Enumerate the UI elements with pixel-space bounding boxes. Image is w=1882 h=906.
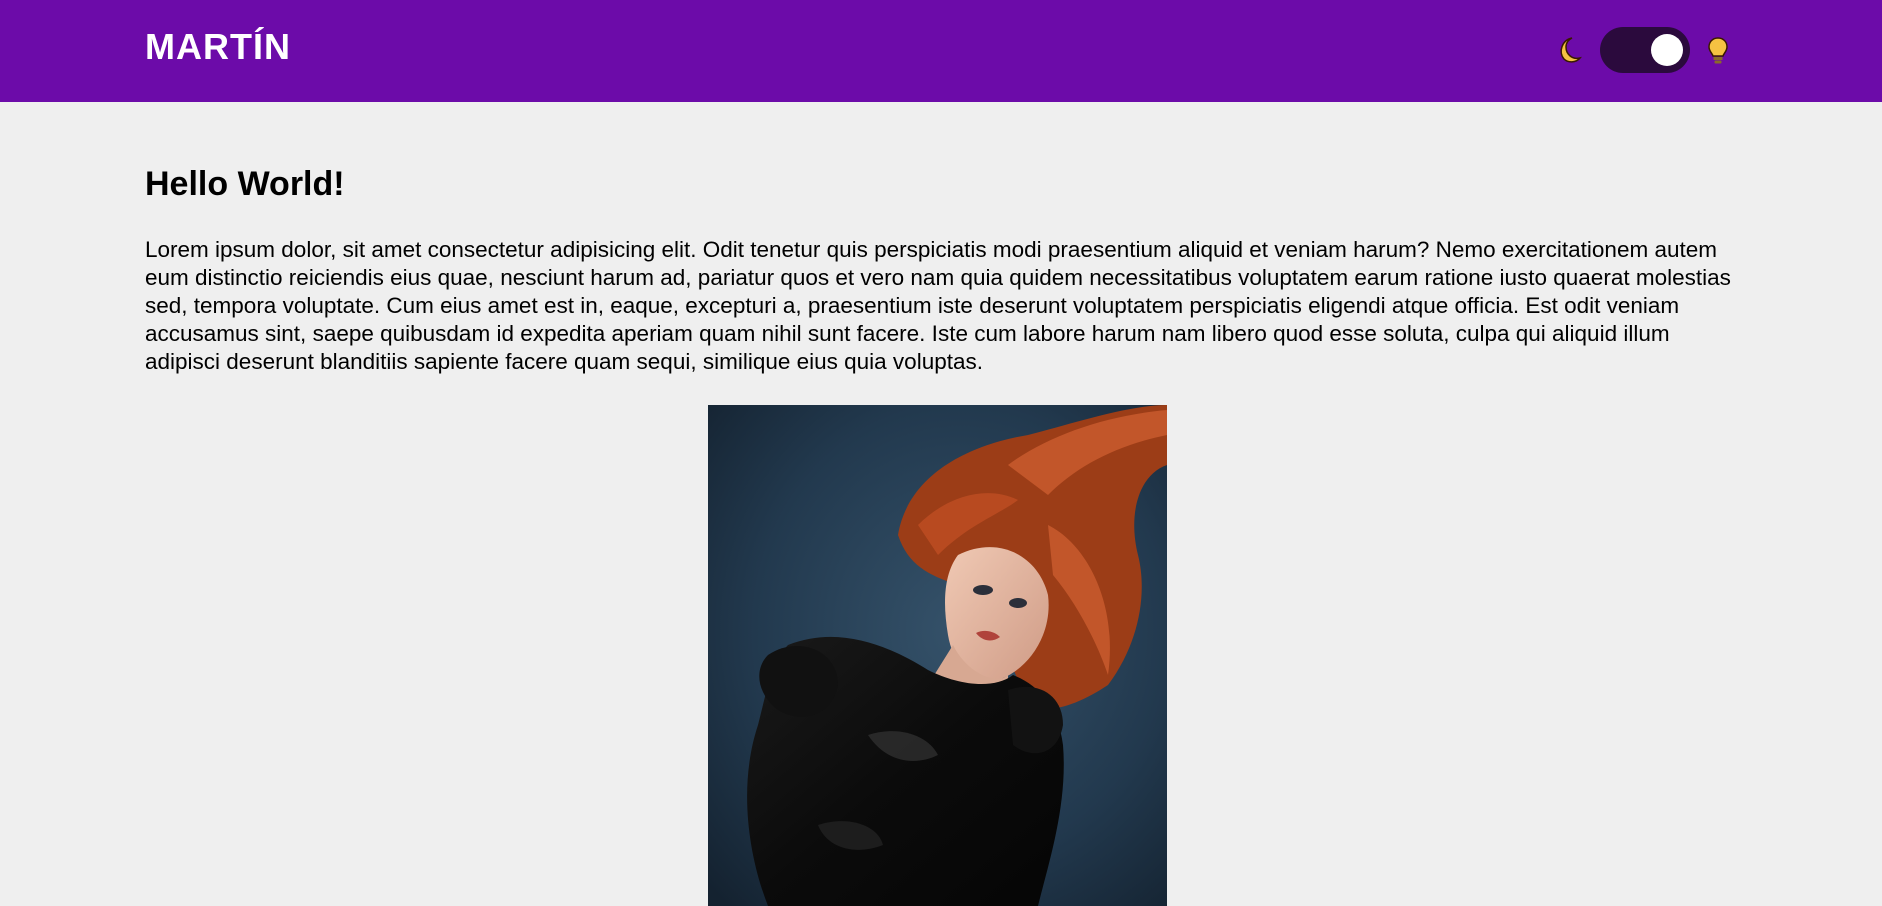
page-title: Hello World! <box>145 165 345 203</box>
moon-icon <box>1560 37 1582 63</box>
site-logo[interactable]: MARTÍN <box>145 24 291 70</box>
main-content: Hello World! Lorem ipsum dolor, sit amet… <box>145 102 1737 376</box>
featured-photo <box>708 405 1167 906</box>
theme-switcher <box>1552 27 1732 73</box>
lightbulb-icon <box>1708 37 1728 64</box>
intro-paragraph: Lorem ipsum dolor, sit amet consectetur … <box>145 237 1731 374</box>
top-navbar: MARTÍN <box>0 0 1882 102</box>
dark-mode-toggle[interactable] <box>1600 27 1690 73</box>
toggle-knob <box>1651 34 1683 66</box>
photo-illustration <box>708 405 1167 906</box>
